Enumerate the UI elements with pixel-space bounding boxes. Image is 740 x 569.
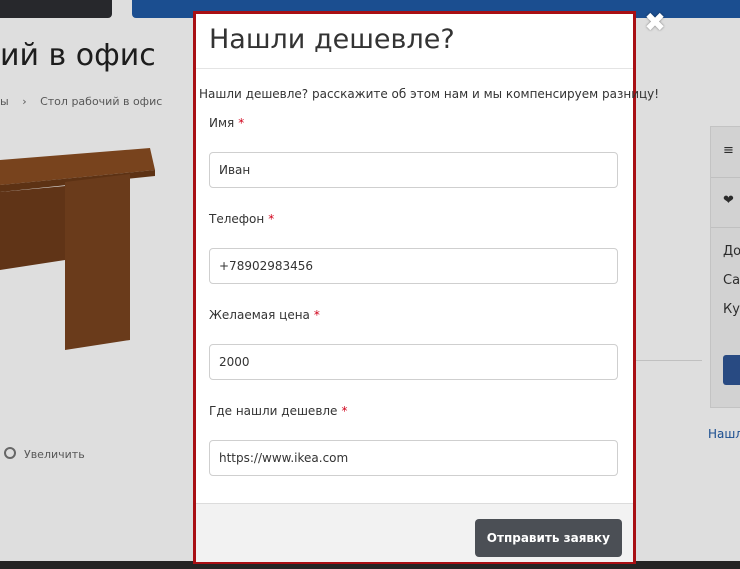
name-label: Имя * (209, 116, 244, 130)
required-mark: * (341, 404, 348, 418)
modal-footer: Отправить заявку (196, 503, 633, 562)
source-url-input[interactable] (209, 440, 618, 476)
found-cheaper-modal: Нашли дешевле? Нашли дешевле? расскажите… (193, 11, 659, 564)
close-icon[interactable]: ✖ (642, 10, 668, 36)
submit-button[interactable]: Отправить заявку (474, 519, 622, 557)
price-input[interactable] (209, 344, 618, 380)
phone-input[interactable] (209, 248, 618, 284)
price-label: Желаемая цена * (209, 308, 320, 322)
required-mark: * (268, 212, 275, 226)
name-label-text: Имя (209, 116, 235, 130)
phone-label: Телефон * (209, 212, 274, 226)
price-label-text: Желаемая цена (209, 308, 310, 322)
modal-title: Нашли дешевле? (209, 24, 455, 55)
source-label: Где нашли дешевле * (209, 404, 347, 418)
modal-header: Нашли дешевле? (196, 14, 633, 69)
source-label-text: Где нашли дешевле (209, 404, 338, 418)
name-input[interactable] (209, 152, 618, 188)
required-mark: * (238, 116, 245, 130)
required-mark: * (313, 308, 320, 322)
modal-intro-text: Нашли дешевле? расскажите об этом нам и … (199, 87, 660, 101)
phone-label-text: Телефон (209, 212, 265, 226)
